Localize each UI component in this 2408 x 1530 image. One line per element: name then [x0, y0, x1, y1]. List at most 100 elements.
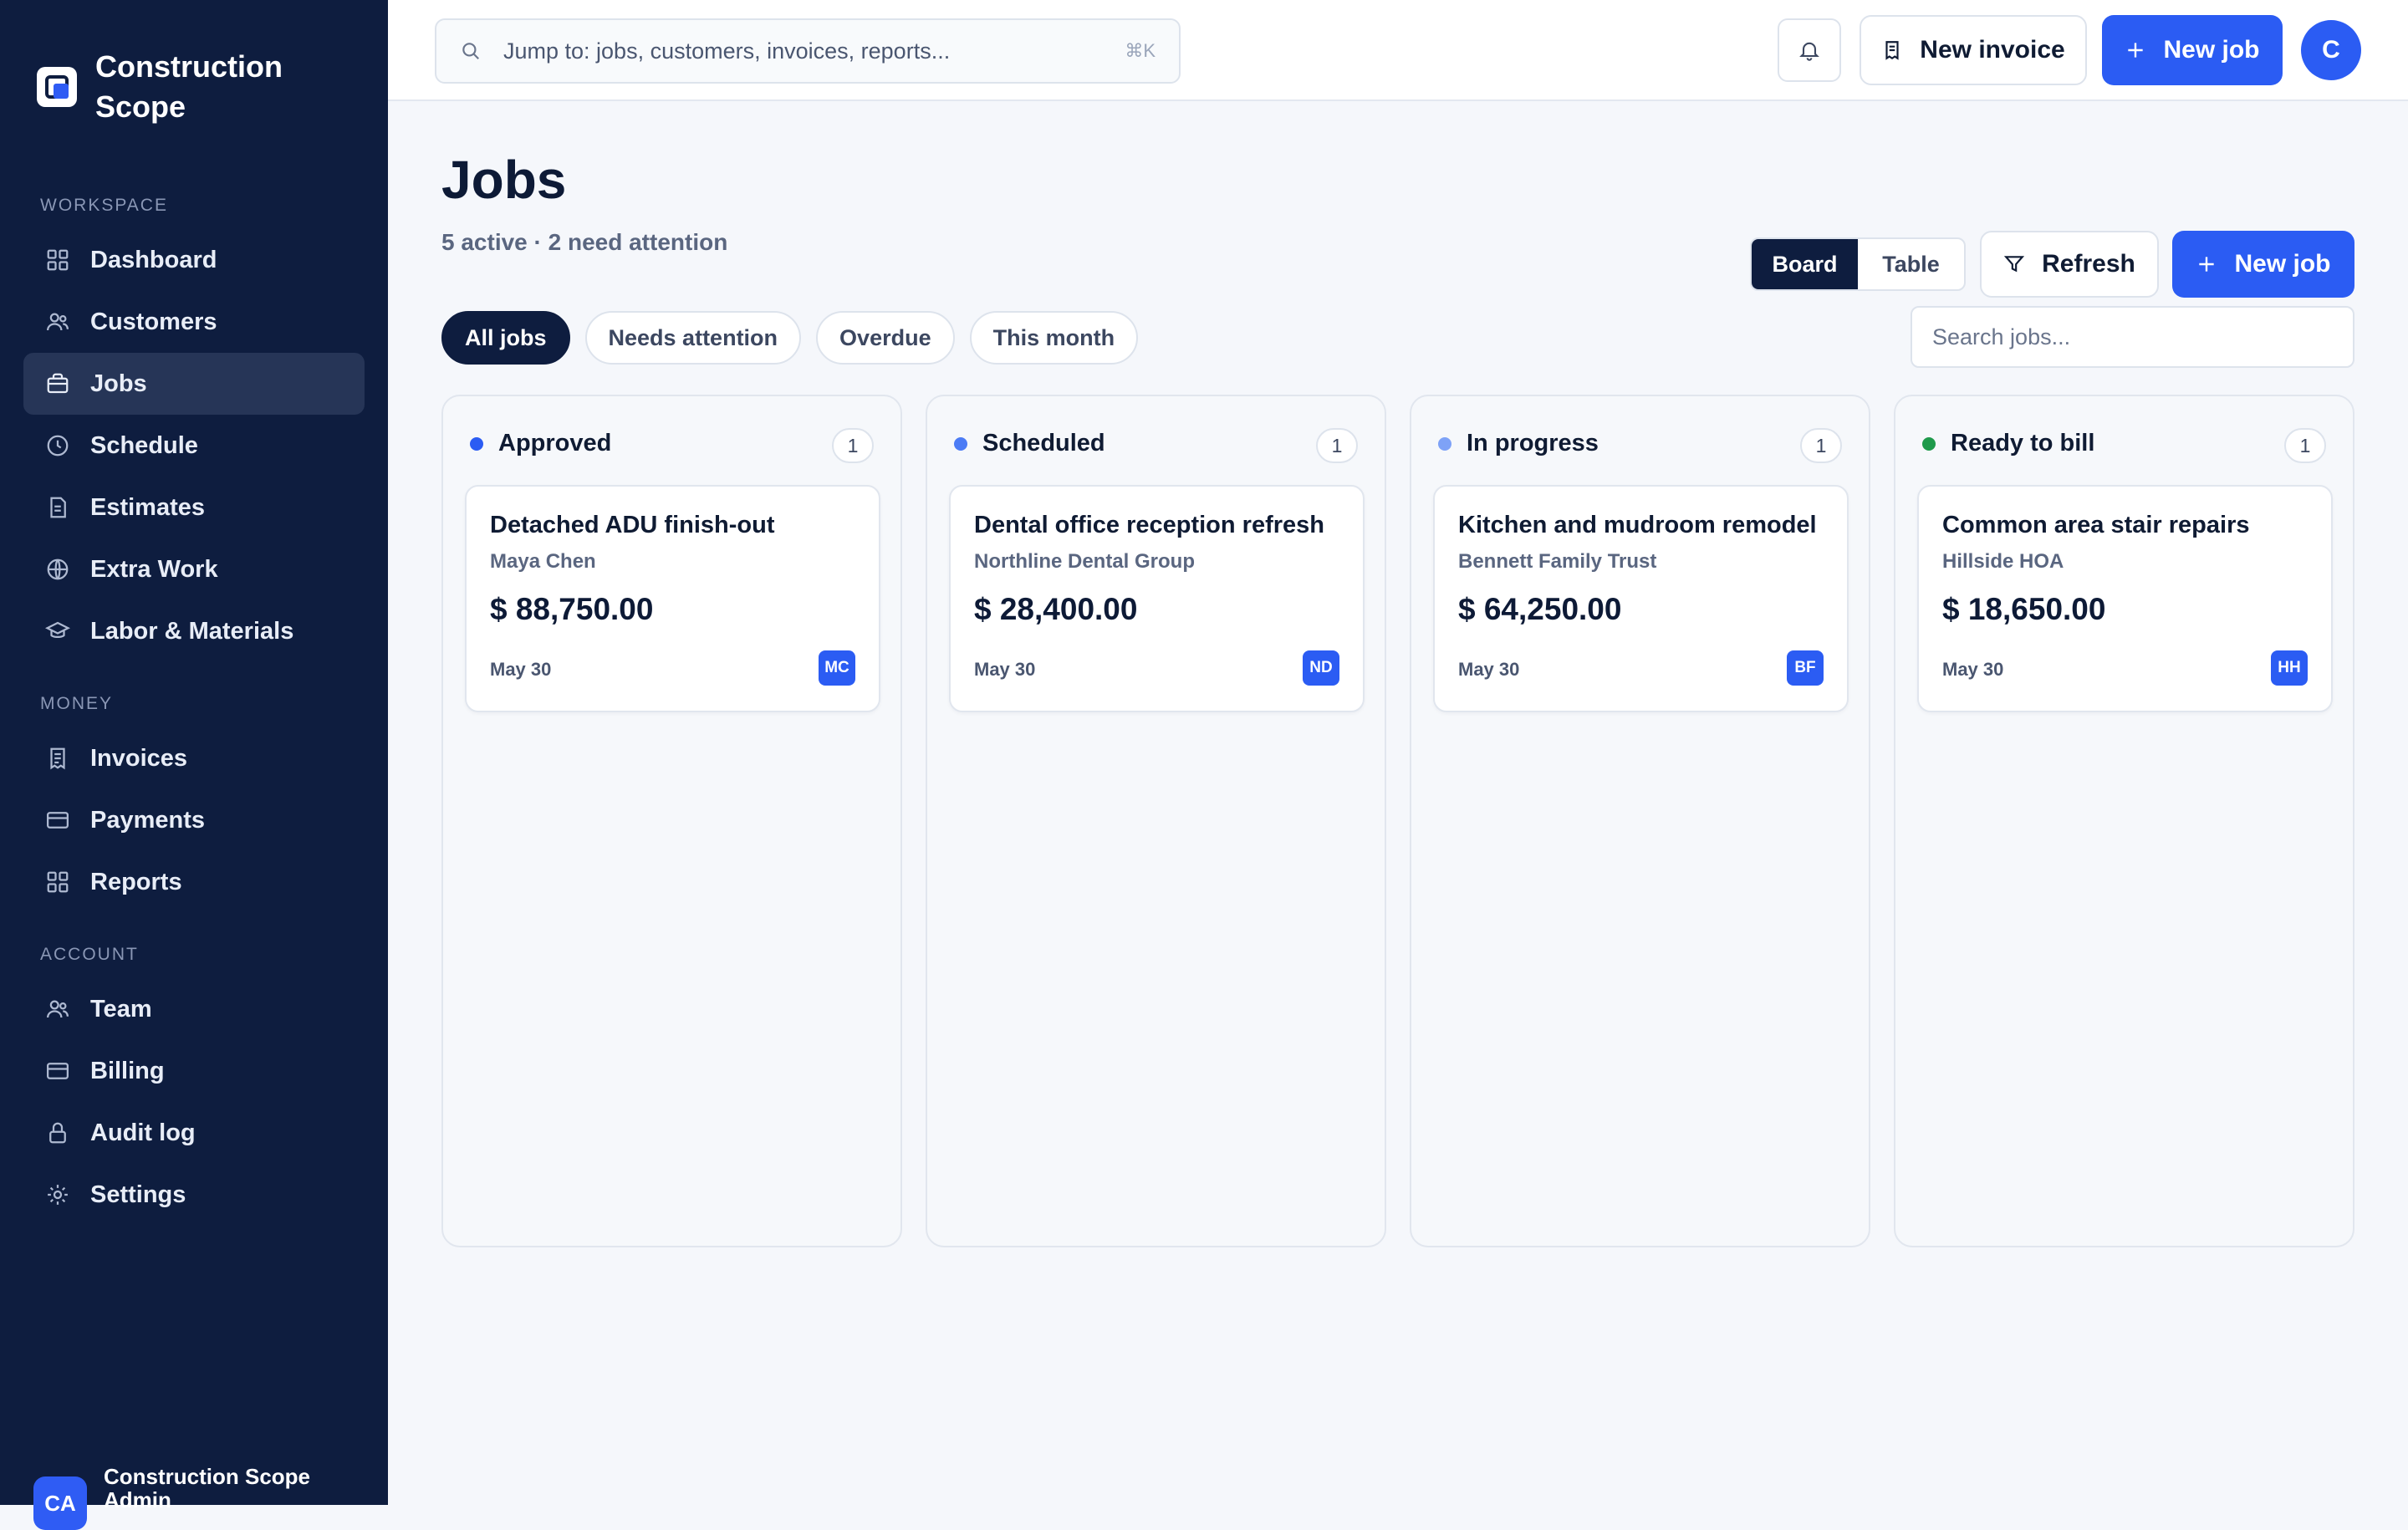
sidebar-item-label: Customers: [90, 308, 217, 335]
users-icon: [45, 997, 70, 1022]
column-title: Ready to bill: [1951, 430, 2095, 456]
global-search[interactable]: ⌘K: [435, 18, 1181, 84]
lock-icon: [45, 1120, 70, 1145]
user-profile[interactable]: CA Construction Scope Admin: [33, 1465, 321, 1530]
sidebar-item-audit-log[interactable]: Audit log: [23, 1102, 365, 1164]
column-header: Scheduled: [954, 430, 1105, 457]
users-icon: [45, 309, 70, 334]
graduation-cap-icon: [45, 619, 70, 644]
notifications-button[interactable]: [1778, 18, 1841, 82]
refresh-button[interactable]: Refresh: [1980, 231, 2159, 298]
sidebar-item-payments[interactable]: Payments: [23, 789, 365, 851]
sidebar-item-dashboard[interactable]: Dashboard: [23, 229, 365, 291]
sidebar-item-invoices[interactable]: Invoices: [23, 727, 365, 789]
page-title: Jobs: [441, 150, 567, 210]
sidebar-item-label: Settings: [90, 1181, 186, 1208]
sidebar-item-billing[interactable]: Billing: [23, 1040, 365, 1102]
credit-card-icon: [45, 1058, 70, 1084]
sidebar-item-label: Estimates: [90, 493, 206, 521]
sidebar: Construction Scope WORKSPACE Dashboard C…: [0, 0, 388, 1530]
document-icon: [45, 495, 70, 520]
job-title: Kitchen and mudroom remodel: [1458, 512, 1817, 538]
clock-icon: [45, 433, 70, 458]
sidebar-item-estimates[interactable]: Estimates: [23, 477, 365, 538]
global-search-input[interactable]: [503, 38, 1125, 64]
assignee-badge: HH: [2271, 650, 2308, 686]
sidebar-item-reports[interactable]: Reports: [23, 851, 365, 913]
job-title: Common area stair repairs: [1942, 512, 2250, 538]
board-column-scheduled: Scheduled 1 Dental office reception refr…: [926, 395, 1386, 1247]
job-title: Detached ADU finish-out: [490, 512, 775, 538]
refresh-label: Refresh: [2042, 250, 2135, 278]
filter-icon: [2003, 253, 2025, 275]
gear-icon: [45, 1182, 70, 1207]
sidebar-item-label: Audit log: [90, 1119, 196, 1146]
job-date: May 30: [974, 659, 1036, 680]
sidebar-item-settings[interactable]: Settings: [23, 1164, 365, 1226]
job-search-input[interactable]: [1911, 306, 2354, 368]
new-job-button-secondary[interactable]: New job: [2172, 231, 2354, 298]
view-toggle: Board Table: [1750, 237, 1966, 291]
avatar: CA: [33, 1476, 87, 1530]
job-amount: $ 64,250.00: [1458, 592, 1622, 626]
grid-icon: [45, 247, 70, 273]
filter-all-jobs[interactable]: All jobs: [441, 311, 570, 365]
assignee-badge: ND: [1303, 650, 1339, 686]
job-title: Dental office reception refresh: [974, 512, 1324, 538]
sidebar-item-label: Payments: [90, 806, 206, 834]
new-invoice-label: New invoice: [1920, 36, 2065, 64]
job-amount: $ 88,750.00: [490, 592, 654, 626]
assignee-badge: BF: [1787, 650, 1824, 686]
filter-chips: All jobs Needs attention Overdue This mo…: [441, 311, 1153, 365]
topbar: ⌘K New invoice New job C: [388, 0, 2408, 101]
job-card[interactable]: Detached ADU finish-out Maya Chen $ 88,7…: [465, 485, 880, 712]
sidebar-item-label: Dashboard: [90, 246, 217, 273]
new-job-label: New job: [2234, 250, 2331, 278]
sidebar-item-label: Invoices: [90, 744, 188, 772]
sidebar-item-label: Extra Work: [90, 555, 218, 583]
shortcut-hint: ⌘K: [1125, 40, 1156, 61]
brand-name: Construction Scope: [95, 49, 283, 124]
filter-this-month[interactable]: This month: [969, 311, 1139, 365]
plus-icon: [2125, 39, 2146, 61]
board-column-ready-to-bill: Ready to bill 1 Common area stair repair…: [1894, 395, 2354, 1247]
sidebar-item-team[interactable]: Team: [23, 978, 365, 1040]
job-card[interactable]: Kitchen and mudroom remodel Bennett Fami…: [1433, 485, 1849, 712]
status-dot: [470, 436, 483, 451]
job-client: Hillside HOA: [1942, 550, 2064, 573]
view-table-button[interactable]: Table: [1858, 239, 1964, 289]
board-column-approved: Approved 1 Detached ADU finish-out Maya …: [441, 395, 902, 1247]
bell-icon: [1799, 42, 1819, 61]
brand[interactable]: Construction Scope: [37, 47, 313, 127]
job-date: May 30: [490, 659, 552, 680]
globe-icon: [45, 557, 70, 582]
brand-logo-icon: [37, 67, 77, 107]
page-subtitle: 5 active · 2 need attention: [441, 229, 728, 255]
user-avatar-button[interactable]: C: [2301, 20, 2361, 80]
sidebar-item-labor-materials[interactable]: Labor & Materials: [23, 600, 365, 662]
column-header: Approved: [470, 430, 611, 457]
sidebar-item-extra-work[interactable]: Extra Work: [23, 538, 365, 600]
job-card[interactable]: Common area stair repairs Hillside HOA $…: [1917, 485, 2333, 712]
app-root: Construction Scope WORKSPACE Dashboard C…: [0, 0, 2408, 1530]
job-card[interactable]: Dental office reception refresh Northlin…: [949, 485, 1365, 712]
sidebar-item-schedule[interactable]: Schedule: [23, 415, 365, 477]
column-count-badge: 1: [832, 428, 874, 463]
receipt-icon: [45, 746, 70, 771]
job-date: May 30: [1458, 659, 1520, 680]
sidebar-item-label: Jobs: [90, 370, 147, 397]
board-column-in-progress: In progress 1 Kitchen and mudroom remode…: [1410, 395, 1870, 1247]
sidebar-item-customers[interactable]: Customers: [23, 291, 365, 353]
filter-overdue[interactable]: Overdue: [816, 311, 955, 365]
sidebar-item-label: Team: [90, 995, 152, 1023]
view-board-button[interactable]: Board: [1752, 239, 1858, 289]
new-invoice-button[interactable]: New invoice: [1860, 15, 2087, 85]
new-job-button[interactable]: New job: [2102, 15, 2283, 85]
nav-section-account: ACCOUNT: [40, 945, 139, 964]
sidebar-item-jobs[interactable]: Jobs: [23, 353, 365, 415]
sidebar-item-label: Schedule: [90, 431, 198, 459]
assignee-badge: MC: [819, 650, 855, 686]
nav-section-money: MONEY: [40, 694, 114, 713]
filter-needs-attention[interactable]: Needs attention: [584, 311, 802, 365]
search-icon: [462, 43, 479, 59]
